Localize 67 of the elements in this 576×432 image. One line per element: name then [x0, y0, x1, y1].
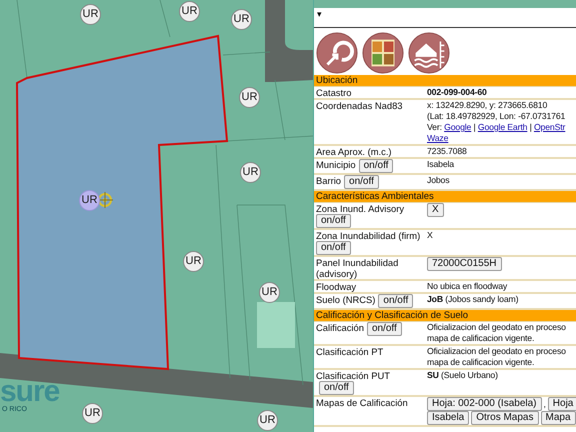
zone-marker[interactable]: UR	[179, 1, 200, 22]
field-value: X	[427, 230, 433, 240]
toggle-button[interactable]: on/off	[319, 381, 354, 395]
section-header: Calificación y Clasificación de Suelo	[314, 310, 576, 322]
field-value: Isabela	[427, 159, 454, 169]
comma-text: ,	[544, 398, 546, 410]
field-label: Zona Inundabilidad (firm)	[316, 230, 420, 241]
field-value: 002-099-004-60	[427, 87, 487, 97]
dropdown-caret-icon[interactable]: ▾	[317, 9, 322, 19]
building-drawing	[257, 302, 295, 348]
zone-marker[interactable]: UR	[259, 282, 280, 303]
field-label: Barrio	[316, 175, 342, 186]
field-label: Floodway	[316, 281, 356, 292]
field-value: SU (Suelo Urbano)	[427, 370, 498, 380]
zone-marker[interactable]: UR	[231, 9, 252, 30]
map-link[interactable]: Waze	[427, 133, 448, 143]
field-value: JoB (Jobos sandy loam)	[427, 294, 518, 304]
field-label: Municipio	[316, 159, 356, 170]
field-label: Zona Inund. Advisory	[316, 203, 404, 214]
link-separator: |	[474, 122, 476, 132]
section-header: Características Ambientales	[314, 191, 576, 203]
field-value: Jobos	[427, 175, 450, 185]
field-label: Calificación	[316, 322, 364, 333]
link-separator: |	[530, 122, 532, 132]
map-button[interactable]: Hoja: 002-000 (Isabela)	[427, 397, 542, 411]
map-button[interactable]: X	[427, 203, 444, 217]
section-header: Ubicación	[314, 75, 576, 87]
flood-house-icon[interactable]	[408, 32, 450, 74]
field-label: Suelo (NRCS)	[316, 294, 376, 305]
toggle-button[interactable]: on/off	[344, 175, 379, 189]
map-button[interactable]: Hoja	[548, 397, 576, 411]
zone-marker[interactable]: UR	[239, 87, 260, 108]
toggle-button[interactable]: on/off	[366, 322, 402, 336]
map-button[interactable]: Isabela	[427, 411, 470, 425]
field-label: Mapas de Calificación	[316, 397, 408, 408]
field-value: Oficializacion del geodato en proceso	[427, 346, 567, 357]
link-prefix: Ver:	[427, 122, 442, 132]
toggle-button[interactable]: on/off	[316, 214, 351, 228]
field-value: Oficializacion del geodato en proceso	[427, 322, 567, 333]
field-value: No ubica en floodway	[427, 281, 508, 291]
field-label: Catastro	[316, 87, 352, 98]
crosshair-icon	[96, 192, 114, 208]
field-label: Coordenadas Nad83	[316, 100, 403, 111]
map-link[interactable]: Google	[444, 122, 472, 132]
field-label: Clasificación PUT	[316, 370, 390, 381]
field-label: Panel Inundabilidad (advisory)	[316, 257, 398, 279]
toggle-button[interactable]: on/off	[358, 159, 394, 173]
map-link[interactable]: OpenStr	[534, 122, 566, 132]
toggle-button[interactable]: on/off	[316, 241, 351, 255]
field-value: mapa de calificacion vigente.	[427, 357, 536, 368]
field-value: mapa de calificacion vigente.	[427, 333, 536, 344]
logo-icon[interactable]	[362, 32, 404, 74]
zone-marker[interactable]: UR	[183, 251, 204, 272]
zone-marker[interactable]: UR	[82, 403, 103, 424]
coordinate-text: (Lat: 18.49782929, Lon: -67.0731761	[427, 111, 566, 122]
zone-marker[interactable]: UR	[240, 162, 261, 183]
map-button[interactable]: Otros Mapas	[471, 411, 538, 425]
map-link[interactable]: Google Earth	[478, 122, 528, 132]
field-value: 7235.7088	[427, 146, 467, 156]
coordinate-text: x: 132429.8290, y: 273665.6810	[427, 100, 548, 111]
field-label: Clasificación PT	[316, 346, 384, 357]
field-label: Area Aprox. (m.c.)	[316, 146, 392, 157]
zone-marker[interactable]: UR	[80, 4, 101, 25]
toggle-button[interactable]: on/off	[378, 294, 414, 308]
zone-marker[interactable]: UR	[257, 410, 278, 431]
map-button[interactable]: Mapa	[540, 411, 576, 425]
map-button[interactable]: 72000C0155H	[427, 257, 502, 271]
